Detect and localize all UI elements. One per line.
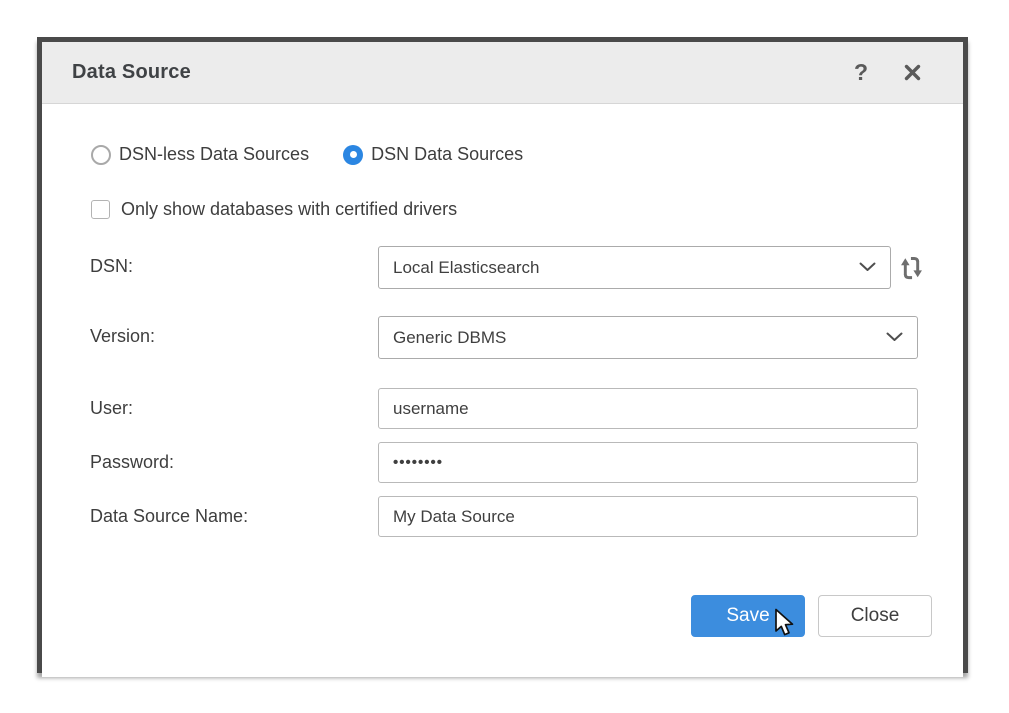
certified-drivers-checkbox[interactable] (91, 200, 110, 219)
version-select-value: Generic DBMS (393, 328, 878, 348)
user-label: User: (90, 398, 133, 419)
dialog-title: Data Source (72, 61, 191, 84)
dsn-label: DSN: (90, 256, 133, 277)
certified-drivers-label: Only show databases with certified drive… (121, 199, 457, 220)
help-icon[interactable]: ? (850, 59, 872, 86)
radio-dsnless-data-sources[interactable]: DSN-less Data Sources (91, 144, 309, 165)
user-input[interactable] (378, 388, 918, 429)
data-source-name-input[interactable] (378, 496, 918, 537)
dsn-select[interactable]: Local Elasticsearch (378, 246, 891, 289)
radio-dsnless-label: DSN-less Data Sources (119, 144, 309, 165)
radio-circle-unselected[interactable] (91, 145, 111, 165)
dialog-titlebar[interactable]: Data Source ? (42, 42, 963, 104)
radio-dsn-data-sources[interactable]: DSN Data Sources (343, 144, 523, 165)
chevron-down-icon (886, 329, 903, 347)
data-source-name-label: Data Source Name: (90, 506, 248, 527)
version-label: Version: (90, 326, 155, 347)
data-source-type-radios: DSN-less Data Sources DSN Data Sources (91, 144, 523, 165)
data-source-dialog: Data Source ? DSN-less Data Sources (37, 37, 968, 673)
radio-dsn-label: DSN Data Sources (371, 144, 523, 165)
close-icon[interactable] (902, 62, 923, 83)
chevron-down-icon (859, 259, 876, 277)
certified-drivers-checkbox-row[interactable]: Only show databases with certified drive… (91, 199, 457, 220)
version-select[interactable]: Generic DBMS (378, 316, 918, 359)
titlebar-icons: ? (850, 59, 923, 86)
dialog-body: DSN-less Data Sources DSN Data Sources O… (42, 104, 963, 677)
page-background: Data Source ? DSN-less Data Sources (0, 0, 1009, 713)
dsn-select-value: Local Elasticsearch (393, 258, 851, 278)
radio-circle-selected[interactable] (343, 145, 363, 165)
password-input[interactable] (378, 442, 918, 483)
refresh-icon (898, 254, 925, 281)
refresh-dsn-list-button[interactable] (896, 252, 926, 282)
password-label: Password: (90, 452, 174, 473)
close-button[interactable]: Close (818, 595, 932, 637)
save-button[interactable]: Save (691, 595, 805, 637)
